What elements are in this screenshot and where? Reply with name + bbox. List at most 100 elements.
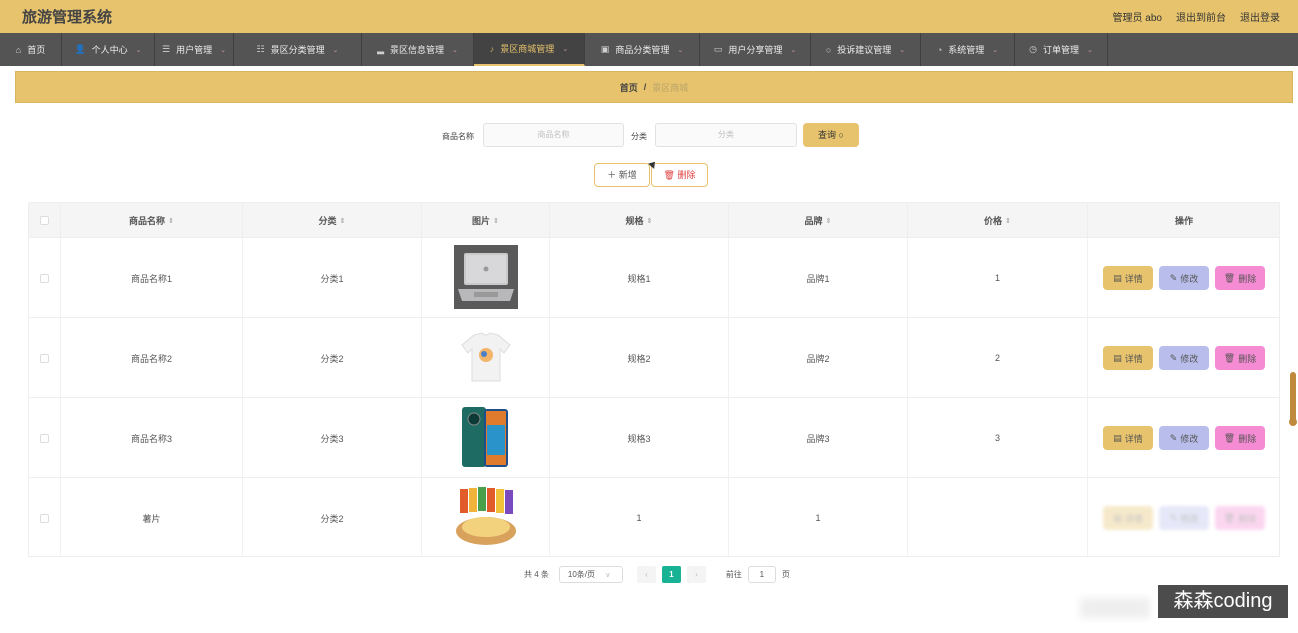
cell-category-text: 分类2 [320,513,344,524]
nav-item-9[interactable]: ◔ 系统管理 ⌄ [921,33,1015,66]
nav-item-0[interactable]: ⌂ 首页 [0,33,62,66]
trash-icon: 🗑 [1223,512,1236,523]
goto-label: 前往 [725,570,742,579]
home-icon: ⌂ [15,44,22,55]
nav-item-1[interactable]: 👤 个人中心 ⌄ [62,33,155,66]
detail-button[interactable]: ▤ 详情 [1103,346,1153,370]
watermark: 森森coding [1158,585,1288,618]
cell-brand: 1 [729,478,908,556]
nav-item-7[interactable]: ▭ 用户分享管理 ⌄ [700,33,811,66]
edit-label: 修改 [1180,513,1199,524]
logout-link[interactable]: 退出登录 [1240,9,1280,24]
batch-delete-button[interactable]: 🗑 删除 [651,163,708,187]
cell-brand-text: 品牌2 [806,353,830,364]
detail-button[interactable]: ▤ 详情 [1103,506,1153,530]
chart-icon: ▂ [377,44,385,54]
col-brand[interactable]: 品牌 ⇕ [729,203,908,238]
nav-item-6[interactable]: ▣ 商品分类管理 ⌄ [585,33,700,66]
nav-item-label: 系统管理 [948,45,985,55]
cell-price-text: 2 [994,353,1000,363]
document-icon: ▤ [1113,432,1122,443]
nav-item-label: 景区商城管理 [500,44,555,54]
col-name-label: 商品名称 [129,216,166,226]
product-image [453,325,518,391]
nav-item-label: 个人中心 [91,45,128,55]
search-button[interactable]: 查询 ○ [803,123,859,147]
row-checkbox[interactable] [40,513,49,523]
chevron-down-icon: ⌄ [220,46,226,54]
edit-button[interactable]: ✎ 修改 [1159,346,1209,370]
trash-icon: 🗑 [1223,432,1236,443]
chevron-down-icon: ⌄ [677,46,684,54]
delete-button[interactable]: 🗑 删除 [1215,346,1265,370]
page-size-select[interactable]: 10条/页 ∨ [558,566,623,583]
delete-button[interactable]: 🗑 删除 [1215,266,1265,290]
detail-label: 详情 [1124,513,1143,524]
table-row[interactable]: 商品名称3 分类3 规格3 品牌3 3 ▤ 详情 ✎ 修改 🗑 删除 [29,398,1279,478]
chevron-down-icon: ⌄ [452,46,458,54]
nav-item-8[interactable]: ○ 投诉建议管理 ⌄ [811,33,921,66]
name-search-input[interactable]: 商品名称 [483,123,624,147]
prev-page-button[interactable]: ‹ [636,566,656,583]
cell-image [422,478,550,556]
cell-actions: ▤ 详情 ✎ 修改 🗑 删除 [1088,478,1279,556]
name-search-label: 商品名称 [442,132,474,141]
cell-spec-text: 规格2 [627,353,651,364]
scroll-thumb[interactable] [1289,372,1297,426]
current-page[interactable]: 1 [661,566,681,583]
cell-brand: 品牌1 [729,238,908,318]
edit-button[interactable]: ✎ 修改 [1159,426,1209,450]
cell-name: 商品名称1 [61,238,243,318]
detail-button[interactable]: ▤ 详情 [1103,426,1153,450]
gauge-icon: ◔ [936,44,943,55]
col-spec[interactable]: 规格 ⇕ [550,203,729,238]
col-image-label: 图片 [472,216,491,226]
row-select-cell [29,398,61,478]
delete-button[interactable]: 🗑 删除 [1215,426,1265,450]
clock-icon: ◷ [1029,44,1037,54]
row-checkbox[interactable] [40,353,49,363]
back-to-front-link[interactable]: 退出到前台 [1176,9,1226,24]
table-row[interactable]: 商品名称2 分类2 规格2 品牌2 2 ▤ 详情 ✎ 修改 🗑 删除 [29,318,1279,398]
col-name[interactable]: 商品名称 ⇕ [61,203,243,238]
nav-item-5[interactable]: ♪ 景区商城管理 ⌄ [474,33,585,66]
cell-category: 分类2 [243,478,422,556]
edit-button[interactable]: ✎ 修改 [1159,506,1209,530]
row-select-cell [29,238,61,318]
detail-button[interactable]: ▤ 详情 [1103,266,1153,290]
cell-brand: 品牌3 [729,398,908,478]
nav-item-10[interactable]: ◷ 订单管理 ⌄ [1015,33,1108,66]
next-page-button[interactable]: › [686,566,706,583]
category-search-input[interactable]: 分类 [655,123,797,147]
page-jump-input[interactable]: 1 [747,566,776,583]
col-price[interactable]: 价格 ⇕ [908,203,1088,238]
delete-label: 删除 [1238,273,1257,284]
add-button[interactable]: ＋ 新增 [594,163,650,187]
chevron-down-icon: ⌄ [899,46,906,54]
breadcrumb-home[interactable]: 首页 [620,81,638,94]
select-all-checkbox[interactable] [40,216,49,225]
cell-image [422,238,550,318]
pencil-icon: ✎ [1169,272,1178,283]
delete-button[interactable]: 🗑 删除 [1215,506,1265,530]
col-image[interactable]: 图片 ⇕ [422,203,550,238]
edit-button[interactable]: ✎ 修改 [1159,266,1209,290]
nav-item-3[interactable]: ☷ 景区分类管理 ⌄ [234,33,362,66]
cell-price-text: 1 [994,273,1000,283]
table-row[interactable]: 商品名称1 分类1 规格1 品牌1 1 ▤ 详情 ✎ 修改 🗑 删除 [29,238,1279,318]
user-icon: 👤 [74,44,86,54]
row-checkbox[interactable] [40,433,49,443]
cell-brand: 品牌2 [729,318,908,398]
cell-name-text: 商品名称1 [130,273,172,284]
detail-label: 详情 [1124,353,1143,364]
table-row[interactable]: 薯片 分类2 1 1 ▤ 详情 ✎ 修改 🗑 删除 [29,478,1279,556]
nav-item-4[interactable]: ▂ 景区信息管理 ⌄ [362,33,474,66]
breadcrumb-current: 景区商城 [652,82,689,93]
col-category[interactable]: 分类 ⇕ [243,203,422,238]
circle-icon: ○ [825,44,832,55]
breadcrumb: 首页 / 景区商城 [15,71,1293,103]
nav-item-label: 订单管理 [1042,45,1079,55]
cell-price-text: 3 [994,433,1000,443]
nav-item-2[interactable]: ☰ 用户管理 ⌄ [155,33,234,66]
row-checkbox[interactable] [40,273,49,283]
